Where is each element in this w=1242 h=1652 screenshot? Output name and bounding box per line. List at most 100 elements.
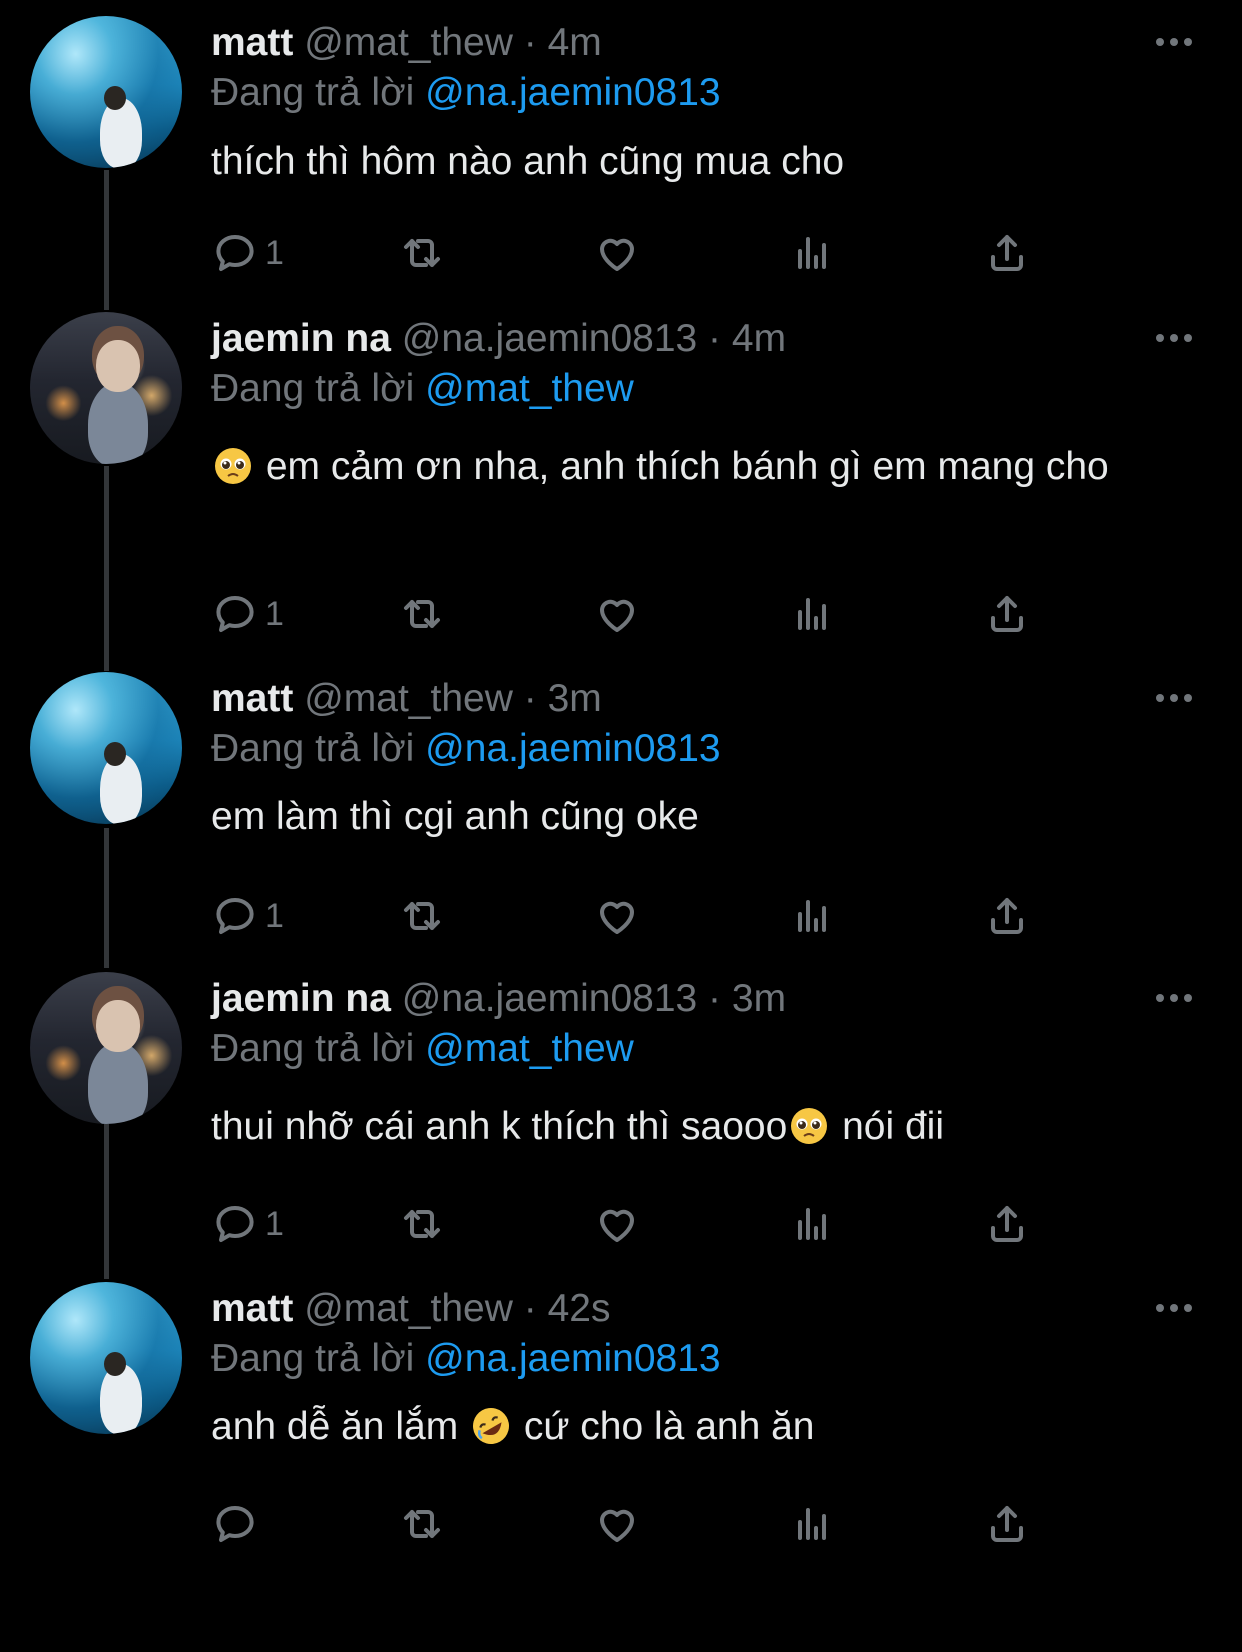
reply-button[interactable]: 1	[211, 1196, 284, 1252]
separator: ·	[708, 317, 722, 360]
avatar[interactable]	[30, 672, 182, 824]
share-button[interactable]	[983, 1196, 1031, 1252]
timestamp[interactable]: 4m	[548, 21, 602, 64]
separator: ·	[708, 977, 722, 1020]
more-icon[interactable]	[1156, 688, 1200, 708]
like-button[interactable]	[593, 888, 641, 944]
author-name[interactable]: matt	[211, 677, 293, 720]
like-button[interactable]	[593, 586, 641, 642]
author-handle[interactable]: @mat_thew	[304, 1287, 513, 1330]
like-icon	[600, 599, 634, 632]
action-bar	[211, 1496, 1111, 1552]
tweet-text-part: anh dễ ăn lắm	[211, 1405, 470, 1448]
avatar[interactable]	[30, 312, 182, 464]
share-icon	[991, 898, 1023, 934]
avatar[interactable]	[30, 1282, 182, 1434]
tweet-text-part: nói đii	[831, 1105, 945, 1148]
tweet-text-part: em cảm ơn nha, anh thích bánh gì em mang…	[255, 445, 1109, 488]
like-button[interactable]	[593, 1496, 641, 1552]
retweet-button[interactable]	[398, 1196, 446, 1252]
like-button[interactable]	[593, 225, 641, 281]
share-button[interactable]	[983, 586, 1031, 642]
replying-to-mention[interactable]: @mat_thew	[425, 367, 634, 410]
avatar[interactable]	[30, 16, 182, 168]
tweet[interactable]: jaemin na @na.jaemin0813 · 4m Đang trả l…	[0, 310, 1242, 670]
retweet-button[interactable]	[398, 888, 446, 944]
reply-button[interactable]: 1	[211, 225, 284, 281]
more-icon[interactable]	[1156, 1298, 1200, 1318]
retweet-button[interactable]	[398, 1496, 446, 1552]
author-handle[interactable]: @na.jaemin0813	[402, 977, 697, 1020]
share-icon	[991, 235, 1023, 271]
rofl-face-icon	[473, 1408, 510, 1444]
timestamp[interactable]: 3m	[548, 677, 602, 720]
reply-count: 1	[265, 896, 284, 935]
reply-icon	[216, 596, 254, 632]
author-name[interactable]: jaemin na	[211, 977, 391, 1020]
tweet[interactable]: jaemin na @na.jaemin0813 · 3m Đang trả l…	[0, 970, 1242, 1280]
replying-label: Đang trả lời	[211, 1027, 415, 1070]
timestamp[interactable]: 3m	[732, 977, 786, 1020]
tweet-text-part: thích thì hôm nào anh cũng mua cho	[211, 140, 845, 183]
retweet-button[interactable]	[398, 225, 446, 281]
separator: ·	[523, 21, 537, 64]
author-handle[interactable]: @mat_thew	[304, 21, 513, 64]
replying-to-mention[interactable]: @na.jaemin0813	[425, 727, 720, 770]
author-handle[interactable]: @na.jaemin0813	[402, 317, 697, 360]
more-icon[interactable]	[1156, 32, 1200, 52]
retweet-icon	[404, 239, 440, 267]
reply-icon	[216, 1506, 254, 1542]
replying-to-mention[interactable]: @na.jaemin0813	[425, 71, 720, 114]
views-icon	[798, 1208, 826, 1240]
reply-icon	[216, 1206, 254, 1242]
replying-label: Đang trả lời	[211, 1337, 415, 1380]
views-button[interactable]	[788, 1496, 836, 1552]
more-icon[interactable]	[1156, 988, 1200, 1008]
action-bar: 1	[211, 225, 1111, 281]
reply-count: 1	[265, 1204, 284, 1243]
pleading-face-icon	[215, 448, 251, 484]
replying-label: Đang trả lời	[211, 727, 415, 770]
like-button[interactable]	[593, 1196, 641, 1252]
retweet-icon	[404, 1510, 440, 1538]
author-name[interactable]: matt	[211, 1287, 293, 1330]
views-button[interactable]	[788, 1196, 836, 1252]
separator: ·	[523, 1287, 537, 1330]
timestamp[interactable]: 4m	[732, 317, 786, 360]
views-button[interactable]	[788, 225, 836, 281]
retweet-button[interactable]	[398, 586, 446, 642]
like-icon	[600, 1509, 634, 1542]
views-button[interactable]	[788, 586, 836, 642]
replying-to-mention[interactable]: @mat_thew	[425, 1027, 634, 1070]
share-button[interactable]	[983, 225, 1031, 281]
tweet[interactable]: matt @mat_thew · 4m Đang trả lời @na.jae…	[0, 0, 1242, 310]
reply-button[interactable]: 1	[211, 586, 284, 642]
action-bar: 1	[211, 888, 1111, 944]
author-name[interactable]: jaemin na	[211, 317, 391, 360]
replying-to-mention[interactable]: @na.jaemin0813	[425, 1337, 720, 1380]
share-button[interactable]	[983, 1496, 1031, 1552]
separator: ·	[523, 677, 537, 720]
share-button[interactable]	[983, 888, 1031, 944]
like-icon	[600, 901, 634, 934]
reply-button[interactable]	[211, 1496, 265, 1552]
retweet-icon	[404, 600, 440, 628]
retweet-icon	[404, 902, 440, 930]
tweet-text-part: cứ cho là anh ăn	[513, 1405, 815, 1448]
action-bar: 1	[211, 586, 1111, 642]
author-name[interactable]: matt	[211, 21, 293, 64]
reply-button[interactable]: 1	[211, 888, 284, 944]
more-icon[interactable]	[1156, 328, 1200, 348]
reply-icon	[216, 235, 254, 271]
timestamp[interactable]: 42s	[548, 1287, 611, 1330]
replying-label: Đang trả lời	[211, 367, 415, 410]
avatar[interactable]	[30, 972, 182, 1124]
author-handle[interactable]: @mat_thew	[304, 677, 513, 720]
share-icon	[991, 596, 1023, 632]
tweet[interactable]: matt @mat_thew · 42s Đang trả lời @na.ja…	[0, 1280, 1242, 1652]
views-button[interactable]	[788, 888, 836, 944]
share-icon	[991, 1506, 1023, 1542]
tweet-text: anh dễ ăn lắm cứ cho là anh ăn	[211, 1400, 1151, 1454]
tweet[interactable]: matt @mat_thew · 3m Đang trả lời @na.jae…	[0, 670, 1242, 970]
tweet-text-part: em làm thì cgi anh cũng oke	[211, 795, 699, 838]
